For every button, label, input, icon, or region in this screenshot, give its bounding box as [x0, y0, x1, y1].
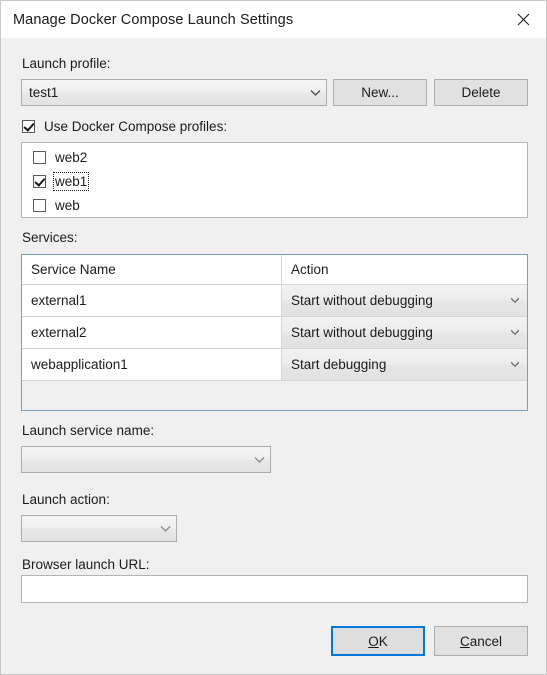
checkbox-box-checked-icon[interactable]	[33, 175, 46, 188]
launch-profile-combobox[interactable]: test1	[21, 79, 327, 106]
chevron-down-icon	[154, 525, 176, 533]
cell-action-combobox[interactable]: Start without debugging	[282, 317, 527, 348]
ok-accel-letter: O	[368, 633, 379, 649]
close-button[interactable]	[500, 1, 546, 38]
column-header-action[interactable]: Action	[282, 255, 527, 284]
browser-launch-url-input[interactable]	[22, 576, 527, 602]
manage-docker-compose-launch-settings-dialog: Manage Docker Compose Launch Settings La…	[0, 0, 547, 675]
cell-action-value: Start debugging	[291, 357, 387, 372]
chevron-down-icon	[510, 285, 520, 316]
cell-service-name: external2	[22, 317, 282, 348]
list-item-label: web	[55, 198, 80, 213]
use-compose-profiles-label: Use Docker Compose profiles:	[44, 119, 228, 134]
close-icon	[517, 13, 530, 26]
list-item[interactable]: web1	[33, 172, 90, 191]
list-item-label: web1	[52, 172, 90, 191]
cancel-accel-letter: C	[459, 633, 470, 649]
ok-button[interactable]: OK	[331, 626, 425, 656]
browser-launch-url-field[interactable]	[21, 575, 528, 603]
cell-action-value: Start without debugging	[291, 325, 433, 340]
use-compose-profiles-checkbox[interactable]: Use Docker Compose profiles:	[22, 119, 227, 134]
window-title: Manage Docker Compose Launch Settings	[13, 11, 294, 28]
cancel-label-rest: ancel	[469, 633, 503, 649]
chevron-down-icon	[304, 89, 326, 97]
ok-button-label: OK	[368, 634, 388, 649]
checkbox-box-icon[interactable]	[33, 199, 46, 212]
table-row[interactable]: webapplication1 Start debugging	[22, 349, 527, 381]
chevron-down-icon	[510, 317, 520, 348]
list-item[interactable]: web	[33, 198, 80, 213]
column-header-service-name[interactable]: Service Name	[22, 255, 282, 284]
cell-action-combobox[interactable]: Start debugging	[282, 349, 527, 380]
delete-profile-button[interactable]: Delete	[434, 79, 528, 106]
checkbox-box-icon[interactable]	[33, 151, 46, 164]
services-label: Services:	[22, 230, 78, 245]
services-grid-header: Service Name Action	[22, 255, 527, 285]
launch-service-name-combobox[interactable]	[21, 446, 271, 473]
table-row[interactable]: external2 Start without debugging	[22, 317, 527, 349]
title-bar: Manage Docker Compose Launch Settings	[1, 1, 546, 38]
chevron-down-icon	[248, 456, 270, 464]
launch-profile-value: test1	[29, 85, 59, 100]
cell-action-value: Start without debugging	[291, 293, 433, 308]
grid-empty-area	[22, 381, 527, 410]
list-item-label: web2	[55, 150, 88, 165]
services-grid[interactable]: Service Name Action external1 Start with…	[21, 254, 528, 411]
cell-action-combobox[interactable]: Start without debugging	[282, 285, 527, 316]
chevron-down-icon	[510, 349, 520, 380]
browser-launch-url-label: Browser launch URL:	[22, 557, 150, 572]
new-profile-button[interactable]: New...	[333, 79, 427, 106]
ok-label-rest: K	[378, 633, 388, 649]
launch-profile-label: Launch profile:	[22, 56, 111, 71]
cell-service-name: external1	[22, 285, 282, 316]
checkbox-box-checked-icon	[22, 120, 35, 133]
dialog-body: Launch profile: test1 New... Delete Use …	[1, 38, 546, 674]
list-item[interactable]: web2	[33, 150, 87, 165]
cancel-button[interactable]: Cancel	[434, 626, 528, 656]
compose-profiles-listbox[interactable]: web2 web1 web	[21, 142, 528, 218]
launch-action-label: Launch action:	[22, 492, 110, 507]
cell-service-name: webapplication1	[22, 349, 282, 380]
launch-action-combobox[interactable]	[21, 515, 177, 542]
table-row[interactable]: external1 Start without debugging	[22, 285, 527, 317]
launch-service-name-label: Launch service name:	[22, 423, 155, 438]
cancel-button-label: Cancel	[460, 634, 502, 649]
